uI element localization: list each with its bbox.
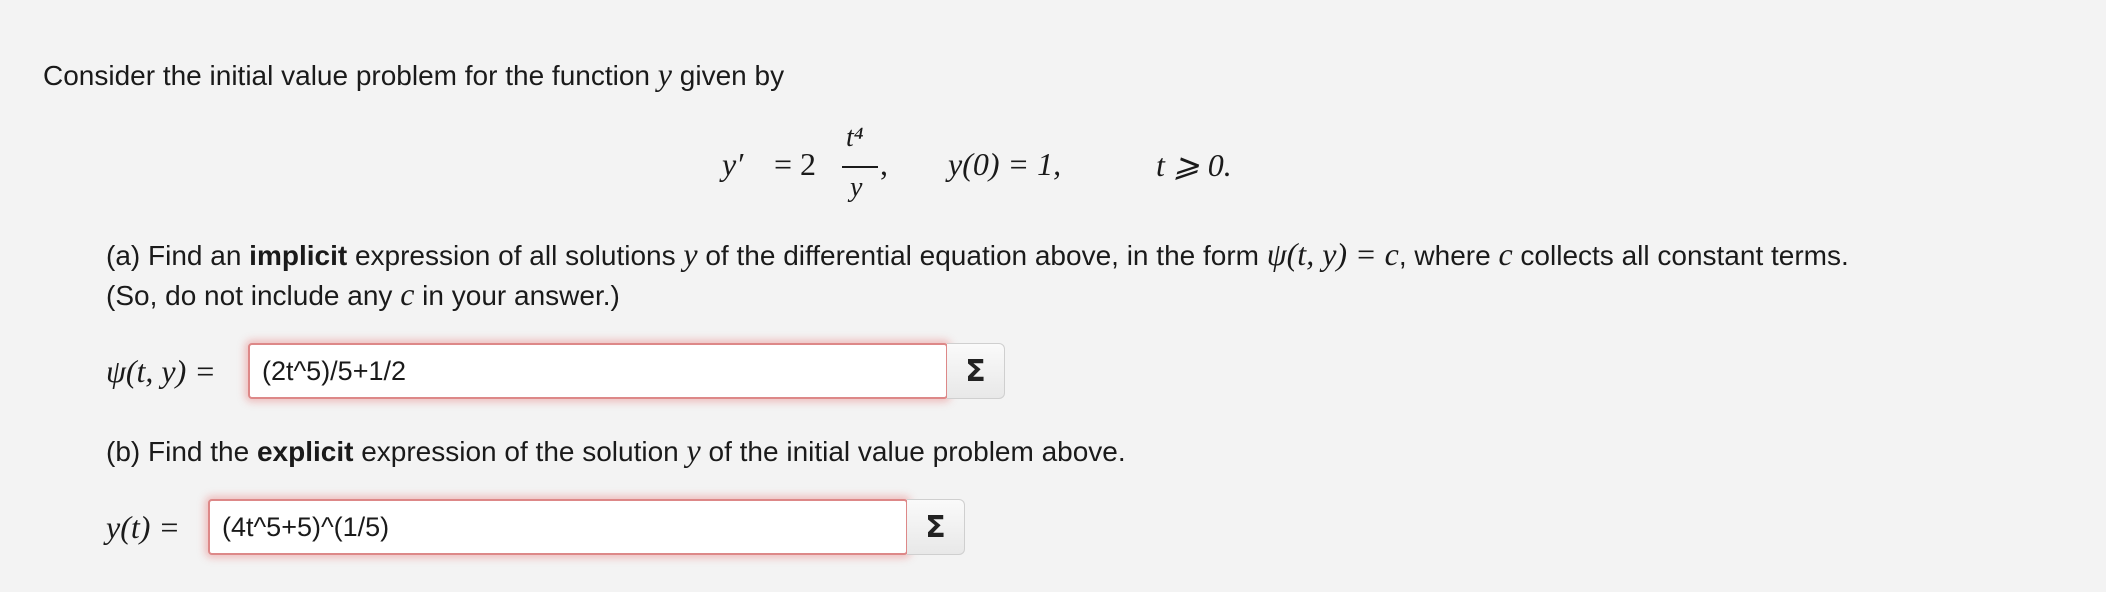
part-b-answer-row: y(t) = Σ xyxy=(0,499,970,559)
intro-before: Consider the initial value problem for t… xyxy=(43,60,658,91)
fraction-denominator: y xyxy=(850,172,863,203)
y-answer-label: y(t) = xyxy=(106,509,180,545)
part-a-text: in your answer.) xyxy=(414,280,620,311)
display-equation: y′ = 2 t⁴ y , y(0) = 1, t ⩾ 0. xyxy=(0,118,2106,214)
part-b-text: (b) Find the xyxy=(106,436,257,467)
equation-comma: , xyxy=(880,146,888,182)
fraction-bar xyxy=(842,166,878,168)
equation-lhs: y′ xyxy=(722,146,744,182)
problem-page: Consider the initial value problem for t… xyxy=(0,0,2106,592)
part-a-bold: implicit xyxy=(249,240,348,271)
part-b-text: expression of the solution xyxy=(353,436,687,467)
part-a-answer-row: ψ(t, y) = Σ xyxy=(0,343,1010,403)
intro-after: given by xyxy=(672,60,785,91)
sigma-icon: Σ xyxy=(965,353,986,389)
part-a-form: ψ(t, y) = c xyxy=(1266,236,1399,272)
intro-var: y xyxy=(657,56,672,92)
initial-condition: y(0) = 1, xyxy=(948,146,1062,182)
sigma-icon: Σ xyxy=(925,509,946,545)
part-a-text: , where xyxy=(1398,240,1499,271)
psi-answer-input[interactable] xyxy=(248,343,948,399)
fraction-numerator: t⁴ xyxy=(846,122,864,153)
part-a-c: c xyxy=(400,276,415,312)
part-a-text: (a) Find an xyxy=(106,240,250,271)
domain-condition: t ⩾ 0. xyxy=(1156,147,1232,183)
part-a-text: (So, do not include any xyxy=(106,280,401,311)
y-answer-input[interactable] xyxy=(208,499,908,555)
part-a-line2: (So, do not include any c in your answer… xyxy=(106,274,620,316)
part-a-text: expression of all solutions xyxy=(347,240,684,271)
psi-equation-editor-button[interactable]: Σ xyxy=(947,343,1005,399)
part-a-var: y xyxy=(683,236,698,272)
intro-text: Consider the initial value problem for t… xyxy=(43,56,784,93)
part-b-line: (b) Find the explicit expression of the … xyxy=(106,430,1126,472)
part-a-text: collects all constant terms. xyxy=(1512,240,1849,271)
y-equation-editor-button[interactable]: Σ xyxy=(907,499,965,555)
part-b-var: y xyxy=(686,432,701,468)
equation-fraction: t⁴ y xyxy=(840,118,880,214)
part-a-line1: (a) Find an implicit expression of all s… xyxy=(106,234,1849,276)
part-b-text: of the initial value problem above. xyxy=(700,436,1126,467)
equation-equals-two: = 2 xyxy=(774,146,817,182)
part-b-bold: explicit xyxy=(256,436,354,467)
part-a-text: of the differential equation above, in t… xyxy=(697,240,1267,271)
part-a-c: c xyxy=(1498,236,1513,272)
psi-answer-label: ψ(t, y) = xyxy=(106,353,216,389)
